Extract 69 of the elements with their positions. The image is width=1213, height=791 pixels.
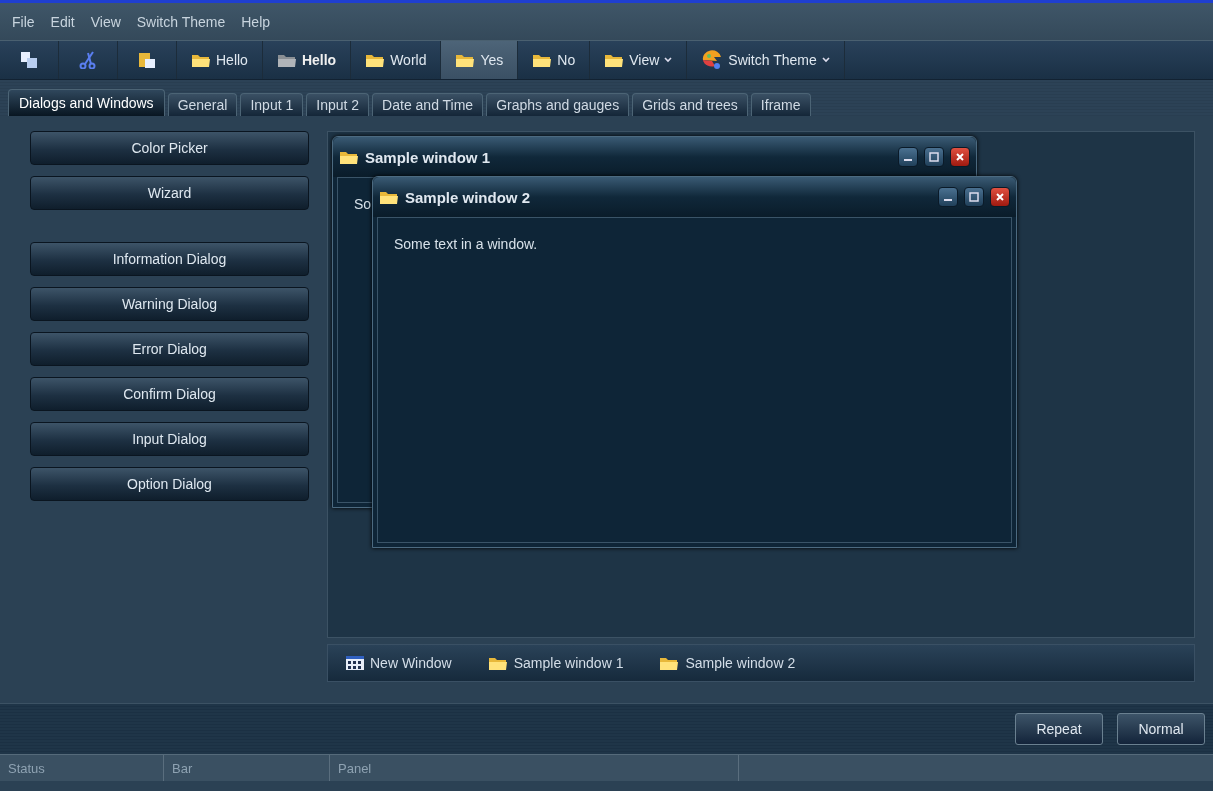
window-title: Sample window 1 [365,148,492,166]
tab[interactable]: Graphs and gauges [486,93,630,116]
window-text: Some text in a window. [394,236,538,252]
status-panel: Status [0,755,164,781]
tab[interactable]: Date and Time [372,93,484,116]
maximize-icon [968,191,980,203]
dialog-button[interactable]: Error Dialog [30,332,309,366]
copy-icon [20,51,38,69]
window-text: So [354,196,372,212]
tab[interactable]: Dialogs and Windows [8,89,165,116]
scissors-icon [79,51,97,69]
folder-icon [487,655,508,671]
menu-item[interactable]: Help [233,11,279,32]
minimize-button[interactable] [898,147,918,167]
minimize-icon [904,159,912,161]
minimize-icon [944,199,952,201]
tab[interactable]: Iframe [750,93,811,116]
folder-icon [191,52,211,68]
dialog-button[interactable]: Input Dialog [30,422,309,456]
window-titlebar[interactable]: Sample window 1 [333,137,976,177]
taskbar-item[interactable]: Sample window 2 [641,655,814,671]
toolbar-button[interactable]: Hello [177,41,263,79]
maximize-button[interactable] [964,187,984,207]
dialog-button[interactable]: Confirm Dialog [30,377,309,411]
folder-icon [455,52,476,68]
maximize-button[interactable] [924,147,944,167]
taskbar-item[interactable]: New Window [328,655,470,671]
dialog-button[interactable]: Option Dialog [30,467,309,501]
dialog-button[interactable]: Warning Dialog [30,287,309,321]
tab[interactable]: Grids and trees [632,93,748,116]
toolbar-menu-button[interactable]: View [590,41,688,79]
toolbar-menu-button[interactable]: Switch Theme [687,41,845,79]
caret-icon [821,57,830,63]
window-titlebar[interactable]: Sample window 2 [373,177,1016,217]
folder-icon [604,52,625,68]
paste-icon [138,51,156,69]
tab[interactable]: General [167,93,238,116]
dialog-button[interactable]: Information Dialog [30,242,309,276]
palette-icon [701,50,724,70]
status-panel: Bar [164,755,330,781]
maximize-icon [928,151,940,163]
folder-icon [365,52,386,68]
menu-item[interactable]: View [82,11,129,32]
dialog-button[interactable]: Wizard [30,176,309,210]
menu-item[interactable]: Switch Theme [128,11,234,32]
folder-icon [276,52,297,68]
grid-icon [346,656,364,670]
status-panel: Panel [330,755,739,781]
close-icon [954,151,966,163]
menu-item[interactable]: File [4,11,43,32]
footer-button[interactable]: Normal [1117,713,1205,745]
tab[interactable]: Input 2 [306,93,370,116]
toolbar-button[interactable]: No [518,41,591,79]
menu-item[interactable]: Edit [42,11,83,32]
close-button[interactable] [950,147,970,167]
close-icon [994,191,1006,203]
taskbar-item[interactable]: Sample window 1 [469,655,642,671]
footer-button[interactable]: Repeat [1015,713,1103,745]
folder-icon [339,149,359,165]
close-button[interactable] [990,187,1010,207]
folder-icon [659,655,680,671]
window-title: Sample window 2 [405,188,532,206]
dialog-button[interactable]: Color Picker [30,131,309,165]
caret-icon [664,57,673,63]
tab[interactable]: Input 1 [240,93,304,116]
folder-icon [532,52,553,68]
folder-icon [379,189,399,205]
toolbar-button[interactable]: Yes [441,41,519,79]
minimize-button[interactable] [938,187,958,207]
